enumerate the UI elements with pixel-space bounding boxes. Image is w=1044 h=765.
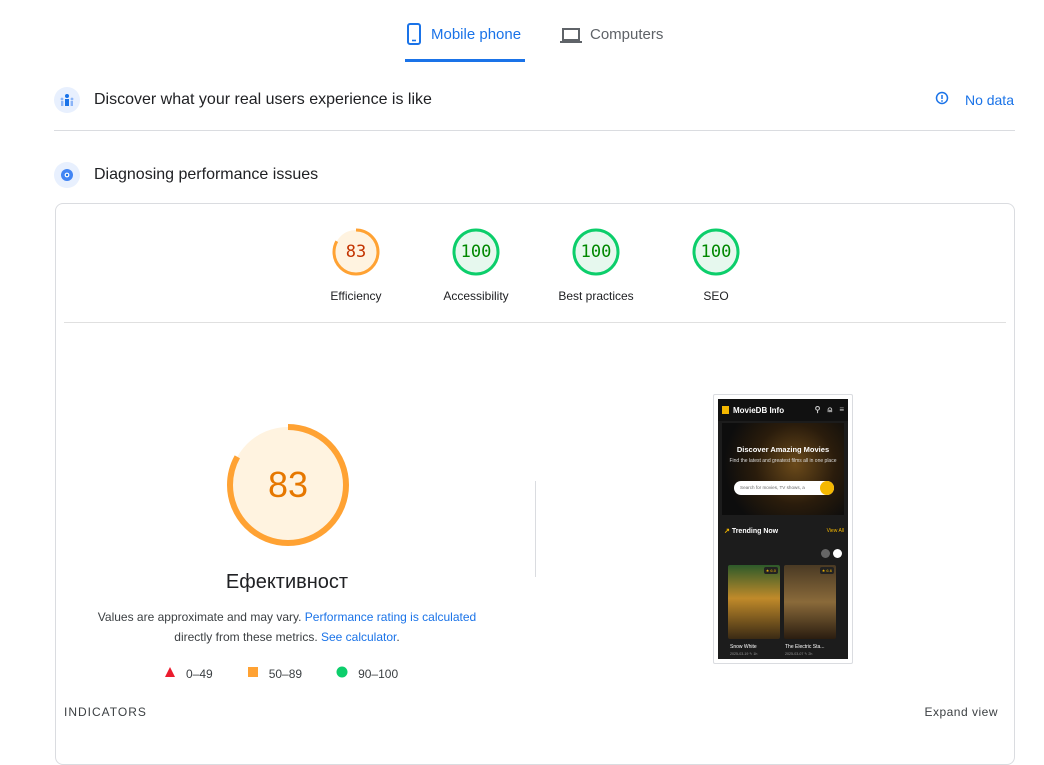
field-data-header: Discover what your real users experience… (54, 86, 1015, 114)
note-text: Values are approximate and may vary. (97, 610, 305, 624)
no-data-label: No data (964, 91, 1014, 108)
note-text: directly from these metrics. (174, 630, 321, 644)
gauge-label: Best practices (558, 289, 634, 303)
search-icon: ⚲ (814, 405, 821, 414)
hero-search-input: Search for movies, TV shows, a (734, 481, 834, 495)
legend-item-average: 50–89 (247, 666, 302, 681)
film-icon (722, 406, 729, 414)
movie-title: Snow White (730, 644, 757, 650)
gauge-value: 83 (345, 242, 367, 262)
tab-mobile[interactable]: Mobile phone (405, 22, 525, 62)
note-text: . (396, 630, 400, 644)
legend-range: 50–89 (268, 666, 303, 681)
laptop-icon (560, 22, 582, 46)
circle-icon (336, 666, 348, 681)
rating-badge: ★ 6.6 (819, 567, 834, 574)
legend-item-fail: 0–49 (164, 666, 213, 681)
diagnostics-header: Diagnosing performance issues (54, 161, 1015, 189)
hero-title: Discover Amazing Movies (736, 445, 830, 454)
tab-mobile-label: Mobile phone (431, 26, 522, 43)
divider (54, 130, 1015, 131)
hero-subtitle: Find the latest and greatest films all i… (729, 458, 837, 464)
gauge-best-practices[interactable]: 100 Best practices (536, 228, 656, 303)
site-name: MovieDB Info (733, 405, 785, 415)
section-title: ↗ Trending Now (724, 527, 778, 535)
search-button (820, 481, 834, 495)
tab-computers-label: Computers (590, 26, 664, 43)
lighthouse-icon (54, 162, 80, 188)
gauge-value: 100 (580, 242, 612, 262)
view-all-link: View All (826, 528, 844, 534)
diagnostics-title: Diagnosing performance issues (94, 166, 319, 183)
gauge-label: SEO (703, 289, 729, 303)
gauge-label: Accessibility (443, 289, 509, 303)
divider (535, 481, 536, 577)
movie-poster: ★ 6.0 (728, 565, 780, 639)
screenshot-screen: MovieDB Info ⚲ ⍝ ≡ Discover Amazing Movi… (718, 399, 848, 659)
tab-computers[interactable]: Computers (560, 22, 663, 62)
section-title-text: Trending Now (731, 528, 779, 535)
score-note: Values are approximate and may vary. Per… (92, 607, 482, 647)
movie-meta: 2025-03-19 ✎ 1h (730, 652, 758, 656)
triangle-icon (164, 666, 176, 681)
legend-range: 90–100 (358, 666, 399, 681)
square-icon (247, 666, 259, 681)
movie-title: The Electric Sta... (785, 644, 825, 650)
next-dot (833, 549, 842, 558)
main-score-gauge: 83 (226, 423, 350, 547)
menu-icon: ≡ (839, 405, 844, 414)
user-icon: ⍝ (827, 405, 833, 414)
score-gauges: 83 Efficiency 100 Accessibility 100 Best… (56, 228, 1014, 308)
trending-icon: ↗ (724, 528, 732, 535)
no-data-link[interactable]: No data (935, 91, 1014, 108)
main-score-value: 83 (267, 464, 309, 505)
field-data-title: Discover what your real users experience… (94, 91, 432, 108)
movie-poster: ★ 6.6 (784, 565, 836, 639)
score-legend: 0–49 50–89 90–100 (164, 666, 432, 681)
performance-rating-link[interactable]: Performance rating is calculated (305, 610, 476, 624)
header-icons: ⚲ ⍝ ≡ (815, 405, 844, 415)
prev-dot (821, 549, 830, 558)
hero-banner: Discover Amazing Movies Find the latest … (722, 423, 844, 515)
gauge-accessibility[interactable]: 100 Accessibility (416, 228, 536, 303)
rating-badge: ★ 6.0 (763, 567, 778, 574)
legend-range: 0–49 (186, 666, 213, 681)
lighthouse-report-card: 83 Efficiency 100 Accessibility 100 Best… (55, 203, 1015, 765)
see-calculator-link[interactable]: See calculator (321, 630, 396, 644)
users-icon (54, 87, 80, 113)
gauge-value: 100 (460, 242, 492, 262)
legend-item-pass: 90–100 (336, 666, 398, 681)
site-header: MovieDB Info ⚲ ⍝ ≡ (718, 399, 848, 421)
main-score-title: Ефективност (225, 571, 349, 593)
device-tabs: Mobile phone Computers (0, 0, 1044, 64)
gauge-value: 100 (700, 242, 732, 262)
divider (64, 322, 1006, 323)
gauge-label: Efficiency (330, 289, 382, 303)
gauge-efficiency[interactable]: 83 Efficiency (296, 228, 416, 303)
smartphone-icon (405, 22, 423, 46)
page-screenshot: MovieDB Info ⚲ ⍝ ≡ Discover Amazing Movi… (713, 394, 853, 664)
carousel-controls (821, 549, 842, 558)
gauge-seo[interactable]: 100 SEO (656, 228, 776, 303)
indicators-heading: INDICATORS (64, 705, 147, 719)
expand-view-button[interactable]: Expand view (924, 705, 998, 719)
movie-meta: 2025-03-07 ✎ 2h (785, 652, 813, 656)
info-icon (935, 91, 949, 108)
